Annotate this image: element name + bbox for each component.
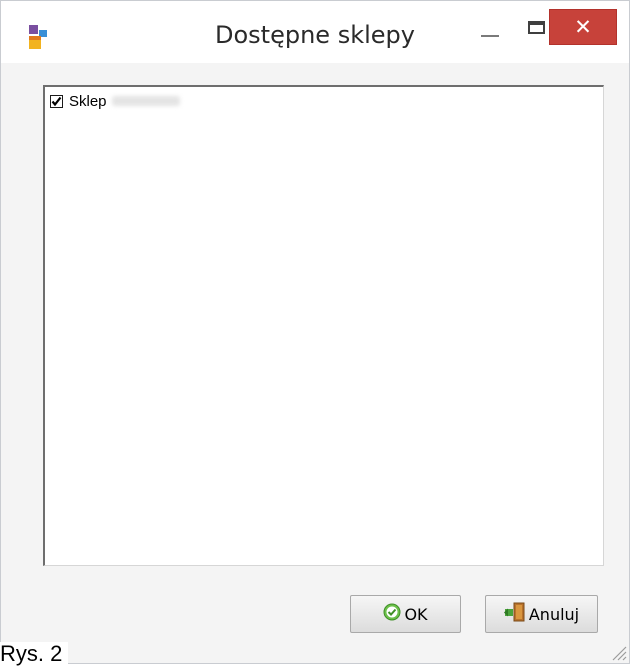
- close-icon: ✕: [574, 15, 592, 39]
- shop-list[interactable]: Sklep: [43, 85, 604, 566]
- ok-label: OK: [404, 604, 428, 624]
- cancel-button[interactable]: Anuluj: [485, 595, 598, 633]
- redacted-text: [111, 96, 180, 106]
- figure-caption: Rys. 2: [0, 642, 69, 666]
- shop-name-label: Sklep: [69, 92, 107, 110]
- list-item[interactable]: Sklep: [50, 91, 180, 111]
- cancel-label: Anuluj: [528, 604, 580, 624]
- checkmark-icon: [51, 96, 62, 106]
- maximize-icon: [528, 21, 545, 34]
- title-bar[interactable]: Dostępne sklepy ✕: [1, 1, 629, 63]
- close-button[interactable]: ✕: [549, 9, 617, 45]
- minimize-icon: [481, 35, 499, 37]
- check-circle-icon: [383, 603, 401, 625]
- minimize-button[interactable]: [467, 7, 513, 41]
- dialog-window: Dostępne sklepy ✕ Sklep OK Anuluj: [0, 0, 630, 664]
- ok-button[interactable]: OK: [350, 595, 461, 633]
- shop-checkbox[interactable]: [50, 94, 63, 108]
- exit-door-icon: [503, 601, 526, 627]
- resize-grip-icon[interactable]: [607, 641, 627, 661]
